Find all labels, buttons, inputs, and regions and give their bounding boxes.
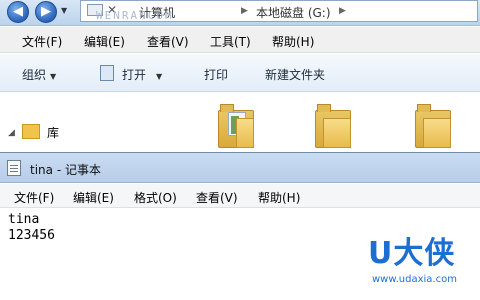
expand-arrow-icon[interactable]: ◢ <box>8 128 15 138</box>
menu-edit[interactable]: 编辑(E) <box>84 33 125 50</box>
chevron-down-icon: ▼ <box>156 72 163 81</box>
organize-button[interactable]: 组织 ▼ <box>22 66 56 83</box>
library-icon <box>22 124 40 139</box>
menu-file[interactable]: 文件(F) <box>14 189 54 206</box>
open-label: 打开 <box>122 68 147 82</box>
folder-with-documents[interactable] <box>218 104 254 148</box>
folder-tab-icon <box>220 104 234 112</box>
text-line: tina <box>8 212 40 227</box>
menu-file[interactable]: 文件(F) <box>22 33 62 50</box>
menu-tools[interactable]: 工具(T) <box>210 33 251 50</box>
notepad-icon <box>7 160 21 176</box>
chevron-down-icon: ▼ <box>50 72 57 81</box>
breadcrumb-separator-icon[interactable]: ▶ <box>339 6 346 16</box>
watermark-text: WENRANCOM <box>96 9 174 22</box>
file-list <box>190 92 480 152</box>
logo-url: www.udaxia.com <box>372 274 457 285</box>
window-title: tina - 记事本 <box>30 163 101 177</box>
recent-pages-dropdown-icon[interactable]: ▼ <box>61 3 71 19</box>
nav-item-library[interactable]: 库 <box>47 124 59 141</box>
text-line: 123456 <box>8 228 55 243</box>
navigation-pane: ◢ 库 <box>0 92 190 152</box>
explorer-command-bar: 组织 ▼ 打开 ▼ 打印 新建文件夹 <box>0 54 480 92</box>
forward-button[interactable]: ▶ <box>35 1 57 23</box>
explorer-menubar: 文件(F) 编辑(E) 查看(V) 工具(T) 帮助(H) <box>0 27 480 53</box>
folder[interactable] <box>415 104 451 148</box>
folder-front-icon <box>423 118 451 148</box>
new-folder-button[interactable]: 新建文件夹 <box>265 66 325 83</box>
back-button[interactable]: ◀ <box>7 1 29 23</box>
explorer-address-toolbar: ◀ ▶ ▼ ✕ 计算机 ▶ 本地磁盘 (G:) ▶ WENRANCOM <box>0 0 480 26</box>
folder[interactable] <box>315 104 351 148</box>
folder-tab-icon <box>417 104 431 112</box>
notepad-titlebar[interactable]: tina - 记事本 <box>0 153 480 183</box>
print-button[interactable]: 打印 <box>204 66 228 83</box>
open-button[interactable]: 打开 ▼ <box>122 66 162 83</box>
breadcrumb-separator-icon[interactable]: ▶ <box>241 6 248 16</box>
udaxia-logo: U大侠 www.udaxia.com <box>368 228 478 298</box>
open-icon <box>100 65 114 81</box>
menu-help[interactable]: 帮助(H) <box>258 189 300 206</box>
organize-label: 组织 <box>22 68 47 82</box>
menu-help[interactable]: 帮助(H) <box>272 33 314 50</box>
notepad-menubar: 文件(F) 编辑(E) 格式(O) 查看(V) 帮助(H) <box>0 184 480 208</box>
menu-view[interactable]: 查看(V) <box>196 189 238 206</box>
menu-format[interactable]: 格式(O) <box>134 189 177 206</box>
folder-tab-icon <box>317 104 331 112</box>
folder-front-icon <box>323 118 351 148</box>
menu-view[interactable]: 查看(V) <box>147 33 189 50</box>
folder-front-icon <box>236 118 254 148</box>
menu-edit[interactable]: 编辑(E) <box>73 189 114 206</box>
breadcrumb-drive[interactable]: 本地磁盘 (G:) <box>256 4 331 21</box>
logo-text: U大侠 <box>368 236 456 271</box>
